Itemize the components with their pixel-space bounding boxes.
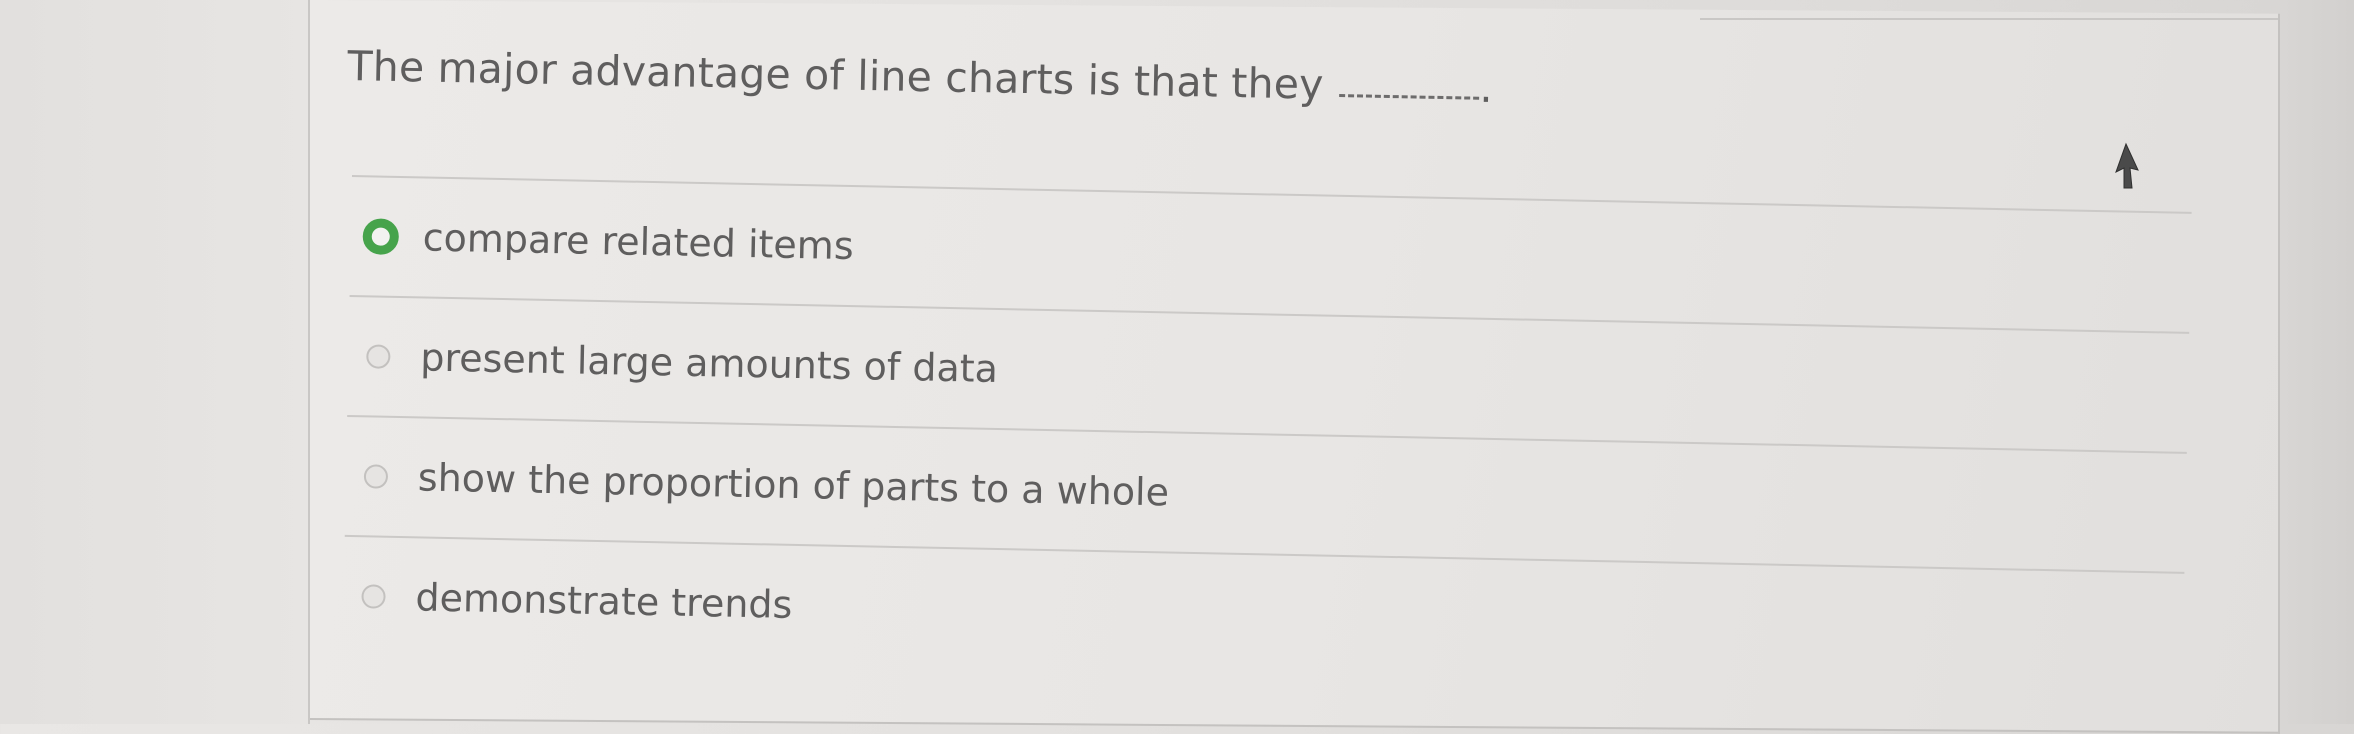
answer-blank — [1339, 94, 1480, 100]
right-margin — [2280, 0, 2354, 724]
radio-selected-icon[interactable] — [362, 218, 400, 255]
radio-unselected-icon[interactable] — [366, 344, 391, 369]
question-trailing: . — [1479, 63, 1494, 112]
answer-options: compare related items present large amou… — [342, 175, 2192, 692]
radio-unselected-icon[interactable] — [363, 464, 389, 489]
radio-unselected-icon[interactable] — [361, 584, 386, 609]
panel-top-edge — [1700, 0, 2278, 20]
option-label[interactable]: present large amounts of data — [420, 335, 998, 391]
option-label[interactable]: show the proportion of parts to a whole — [418, 455, 1170, 514]
option-label[interactable]: compare related items — [422, 215, 854, 268]
left-margin — [0, 0, 310, 724]
option-label[interactable]: demonstrate trends — [415, 575, 793, 627]
mouse-pointer-icon — [2115, 142, 2139, 189]
